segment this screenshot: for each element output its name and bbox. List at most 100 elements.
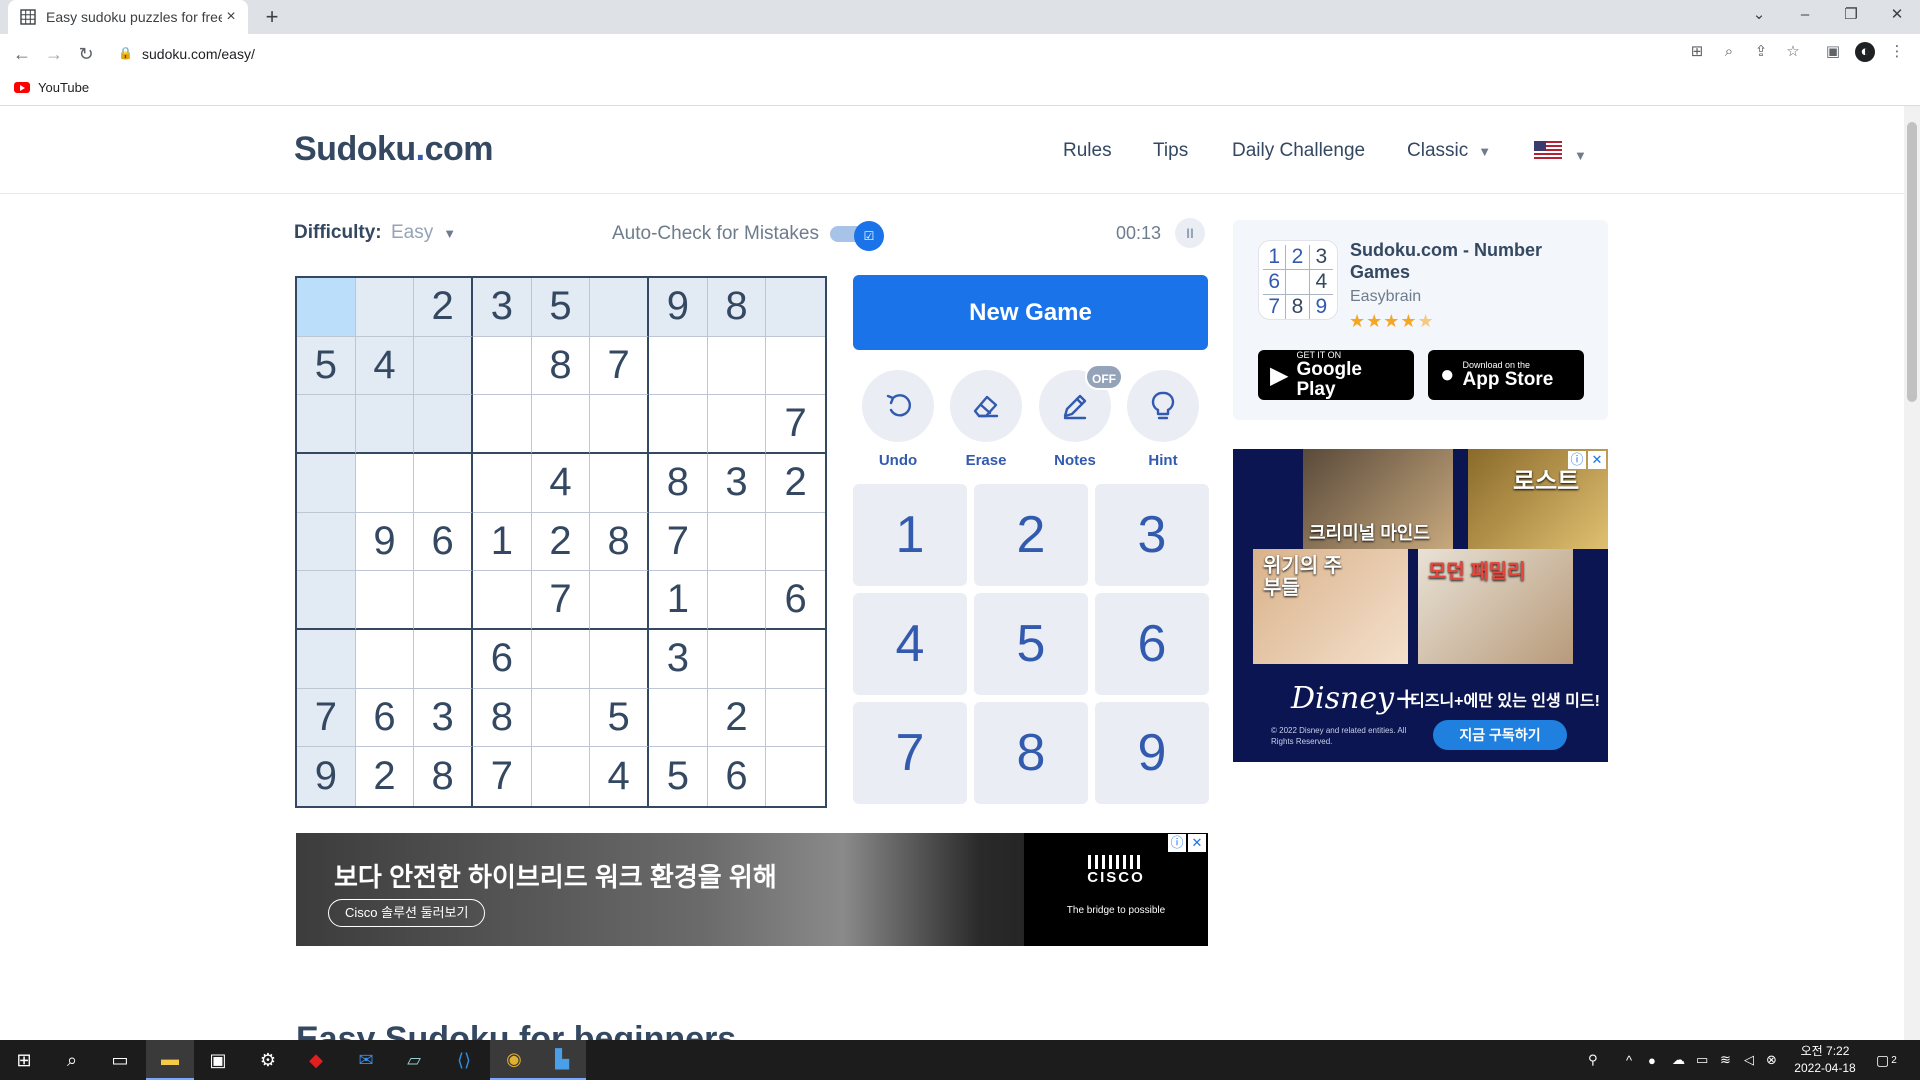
sudoku-cell[interactable] bbox=[707, 630, 767, 689]
notification-center-icon[interactable]: ▢ 2 bbox=[1876, 1040, 1897, 1080]
difficulty-select[interactable]: Easy ▼ bbox=[391, 222, 456, 244]
sudoku-cell[interactable]: 9 bbox=[649, 278, 708, 337]
sudoku-cell[interactable]: 6 bbox=[355, 688, 415, 748]
sudoku-cell[interactable]: 7 bbox=[473, 747, 532, 806]
bookmark-youtube[interactable]: YouTube bbox=[14, 80, 89, 95]
notepad-icon[interactable]: ▱ bbox=[390, 1040, 438, 1080]
sudoku-cell[interactable]: 5 bbox=[590, 688, 649, 748]
undo-button[interactable]: Undo bbox=[862, 370, 934, 469]
sudoku-cell[interactable] bbox=[297, 278, 356, 337]
page-scrollbar[interactable] bbox=[1904, 106, 1920, 1040]
tray-battery-icon[interactable]: ▭ bbox=[1696, 1040, 1708, 1080]
numpad-key-1[interactable]: 1 bbox=[853, 484, 967, 586]
sudoku-cell[interactable] bbox=[355, 630, 415, 689]
menu-kebab-icon[interactable]: ⋮ bbox=[1887, 42, 1907, 62]
address-bar[interactable]: 🔒 sudoku.com/easy/ bbox=[108, 38, 1908, 70]
bookmark-star-icon[interactable]: ☆ bbox=[1783, 42, 1803, 62]
sudoku-cell[interactable] bbox=[297, 571, 356, 630]
pause-button[interactable]: II bbox=[1175, 218, 1205, 248]
reload-button[interactable]: ↻ bbox=[72, 40, 100, 68]
back-button[interactable]: ← bbox=[8, 40, 36, 68]
url-text[interactable]: sudoku.com/easy/ bbox=[142, 46, 255, 62]
cisco-ad[interactable]: 보다 안전한 하이브리드 워크 환경을 위해 Cisco 솔루션 둘러보기 CI… bbox=[296, 833, 1208, 946]
tray-ime-icon[interactable]: ⊗ bbox=[1766, 1040, 1777, 1080]
nav-tips[interactable]: Tips bbox=[1153, 140, 1188, 162]
sudoku-cell[interactable] bbox=[473, 454, 532, 513]
sudoku-cell[interactable] bbox=[707, 571, 767, 630]
adchoices-icon[interactable]: ⓘ bbox=[1168, 834, 1186, 852]
sudoku-cell[interactable] bbox=[766, 337, 825, 396]
sudoku-cell[interactable] bbox=[766, 513, 825, 572]
sudoku-cell[interactable] bbox=[649, 336, 708, 396]
sudoku-cell[interactable] bbox=[414, 571, 473, 630]
sudoku-cell[interactable] bbox=[414, 454, 473, 513]
tray-people-icon[interactable]: ⚲ bbox=[1588, 1040, 1598, 1080]
nav-rules[interactable]: Rules bbox=[1063, 140, 1112, 162]
sudoku-cell[interactable]: 8 bbox=[414, 747, 473, 806]
vscode-icon[interactable]: ⟨⟩ bbox=[440, 1040, 488, 1080]
tab-close-icon[interactable]: × bbox=[222, 8, 240, 26]
sudoku-cell[interactable]: 2 bbox=[356, 747, 415, 806]
sudoku-cell[interactable]: 1 bbox=[473, 512, 532, 572]
app-name[interactable]: Sudoku.com - Number Games bbox=[1350, 239, 1590, 283]
sudoku-cell[interactable]: 7 bbox=[649, 512, 708, 572]
google-play-button[interactable]: ▶ GET IT ON Google Play bbox=[1258, 350, 1414, 400]
file-explorer-icon[interactable]: ▬ bbox=[146, 1040, 194, 1080]
hint-button[interactable]: Hint bbox=[1127, 370, 1199, 469]
sudoku-cell[interactable] bbox=[590, 571, 649, 630]
scrollbar-thumb[interactable] bbox=[1907, 122, 1917, 402]
sudoku-cell[interactable]: 5 bbox=[297, 336, 356, 396]
sudoku-cell[interactable] bbox=[297, 454, 356, 513]
numpad-key-3[interactable]: 3 bbox=[1095, 484, 1209, 586]
subscribe-button[interactable]: 지금 구독하기 bbox=[1433, 720, 1567, 750]
sudoku-cell[interactable] bbox=[766, 630, 825, 689]
sudoku-cell[interactable] bbox=[297, 395, 356, 454]
browser-tab[interactable]: Easy sudoku puzzles for free × bbox=[8, 0, 248, 34]
translate-icon[interactable]: ⊞ bbox=[1687, 42, 1707, 62]
sudoku-cell[interactable] bbox=[707, 512, 767, 572]
sudoku-cell[interactable]: 2 bbox=[707, 688, 767, 748]
store-icon[interactable]: ▣ bbox=[194, 1040, 242, 1080]
mcafee-shield-icon[interactable]: ◆ bbox=[292, 1040, 340, 1080]
sudoku-cell[interactable] bbox=[414, 395, 473, 454]
close-window-button[interactable]: ✕ bbox=[1874, 0, 1920, 34]
site-logo[interactable]: Sudoku.com bbox=[294, 130, 494, 169]
language-chevron-down-icon[interactable]: ▼ bbox=[1574, 144, 1587, 166]
erase-button[interactable]: Erase bbox=[950, 370, 1022, 469]
sudoku-cell[interactable] bbox=[355, 571, 415, 630]
sudoku-cell[interactable] bbox=[590, 395, 649, 454]
sudoku-cell[interactable]: 2 bbox=[414, 278, 473, 337]
sudoku-cell[interactable]: 3 bbox=[414, 688, 473, 748]
sudoku-cell[interactable] bbox=[414, 336, 473, 396]
sudoku-cell[interactable] bbox=[590, 278, 649, 337]
sudoku-cell[interactable] bbox=[766, 689, 825, 748]
sudoku-cell[interactable]: 8 bbox=[649, 454, 708, 513]
sudoku-cell[interactable] bbox=[531, 688, 591, 748]
sudoku-cell[interactable]: 8 bbox=[707, 278, 767, 337]
sudoku-cell[interactable]: 5 bbox=[649, 747, 708, 806]
nav-classic[interactable]: Classic ▼ bbox=[1407, 140, 1491, 162]
tray-volume-icon[interactable]: ◁ bbox=[1744, 1040, 1754, 1080]
autocheck-toggle[interactable]: ☑ bbox=[830, 221, 886, 251]
ad-cta-button[interactable]: Cisco 솔루션 둘러보기 bbox=[328, 899, 486, 927]
sudoku-cell[interactable]: 6 bbox=[473, 630, 532, 689]
task-view-icon[interactable]: ▭ bbox=[96, 1040, 144, 1080]
sudoku-cell[interactable] bbox=[766, 278, 825, 337]
taskbar-clock[interactable]: 오전 7:22 2022-04-18 bbox=[1786, 1043, 1864, 1077]
mail-icon[interactable]: ✉ bbox=[342, 1040, 390, 1080]
sudoku-cell[interactable]: 4 bbox=[531, 454, 591, 513]
numpad-key-4[interactable]: 4 bbox=[853, 593, 967, 695]
sudoku-cell[interactable] bbox=[590, 454, 649, 513]
sudoku-cell[interactable]: 8 bbox=[531, 336, 591, 396]
close-ad-icon[interactable]: ✕ bbox=[1588, 451, 1606, 469]
forward-button[interactable]: → bbox=[40, 40, 68, 68]
nav-daily-challenge[interactable]: Daily Challenge bbox=[1232, 140, 1365, 162]
restore-button[interactable]: ❐ bbox=[1828, 0, 1874, 34]
sudoku-cell[interactable] bbox=[766, 747, 825, 806]
tray-cloud-icon[interactable]: ☁ bbox=[1672, 1040, 1685, 1080]
sudoku-cell[interactable]: 7 bbox=[766, 395, 825, 454]
numpad-key-8[interactable]: 8 bbox=[974, 702, 1088, 804]
sudoku-cell[interactable] bbox=[707, 336, 767, 396]
numpad-key-9[interactable]: 9 bbox=[1095, 702, 1209, 804]
sudoku-cell[interactable]: 2 bbox=[531, 512, 591, 572]
